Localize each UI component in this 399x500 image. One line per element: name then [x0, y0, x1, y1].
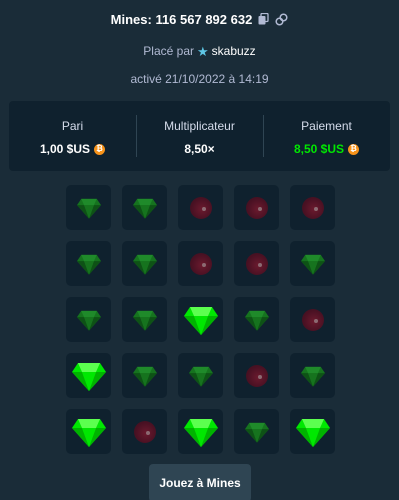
gem-tile	[122, 241, 167, 286]
gem-icon	[244, 421, 269, 443]
multiplier-value: 8,50×	[184, 142, 215, 156]
mine-tile	[234, 353, 279, 398]
multiplier-value-row: 8,50×	[136, 142, 263, 156]
gem-icon	[183, 417, 218, 447]
mine-tile	[290, 297, 335, 342]
gem-tile	[290, 353, 335, 398]
username-link[interactable]: skabuzz	[212, 44, 256, 58]
mine-icon	[245, 364, 268, 387]
activated-date: activé 21/10/2022 à 14:19	[130, 72, 269, 86]
placed-by-row: Placé par ★ skabuzz	[0, 44, 399, 58]
gem-icon	[76, 197, 101, 219]
gem-icon	[295, 417, 330, 447]
payout-value: 8,50 $US	[293, 142, 345, 156]
gem-tile-revealed	[178, 409, 223, 454]
bet-header: Mines: 116 567 892 632 Placé par ★ skabu…	[0, 0, 399, 86]
gem-icon	[244, 309, 269, 331]
mine-tile	[234, 241, 279, 286]
bet-value-row: 1,00 $US ₿	[9, 142, 136, 156]
gem-icon	[132, 309, 157, 331]
multiplier-stat: Multiplicateur 8,50×	[136, 101, 263, 171]
bitcoin-icon: ₿	[348, 143, 360, 155]
mine-icon	[245, 196, 268, 219]
payout-label: Paiement	[301, 119, 352, 133]
gem-tile	[234, 297, 279, 342]
gem-icon	[300, 253, 325, 275]
gem-tile	[122, 353, 167, 398]
gem-icon	[76, 309, 101, 331]
gem-icon	[132, 253, 157, 275]
gem-icon	[132, 365, 157, 387]
gem-tile	[234, 409, 279, 454]
gem-tile	[122, 297, 167, 342]
gem-tile	[122, 185, 167, 230]
bitcoin-icon: ₿	[94, 143, 106, 155]
gem-icon	[71, 417, 106, 447]
mine-tile	[290, 185, 335, 230]
multiplier-label: Multiplicateur	[164, 119, 235, 133]
payout-stat: Paiement 8,50 $US ₿	[263, 101, 390, 171]
placed-by-label: Placé par	[143, 44, 194, 58]
gem-icon	[183, 305, 218, 335]
mine-icon	[301, 308, 324, 331]
mines-board	[66, 185, 335, 454]
mine-tile	[122, 409, 167, 454]
gem-tile-revealed	[66, 353, 111, 398]
link-icon[interactable]	[274, 12, 288, 26]
game-title: Mines: 116 567 892 632	[110, 11, 253, 27]
gem-icon	[71, 361, 106, 391]
bet-label: Pari	[61, 119, 84, 133]
copy-icon[interactable]	[256, 12, 270, 26]
gem-icon	[188, 365, 213, 387]
mine-tile	[178, 185, 223, 230]
gem-tile	[178, 353, 223, 398]
mine-icon	[245, 252, 268, 275]
mine-icon	[133, 420, 156, 443]
play-mines-button[interactable]: Jouez à Mines	[149, 464, 251, 500]
bet-stats-panel: Pari 1,00 $US ₿ Multiplicateur 8,50× Pai…	[9, 101, 390, 171]
gem-icon	[132, 197, 157, 219]
mine-icon	[189, 252, 212, 275]
gem-tile-revealed	[178, 297, 223, 342]
game-title-row: Mines: 116 567 892 632	[0, 11, 399, 27]
bet-value: 1,00 $US	[39, 142, 91, 156]
payout-value-row: 8,50 $US ₿	[263, 142, 390, 156]
gem-tile-revealed	[66, 409, 111, 454]
gem-tile-revealed	[290, 409, 335, 454]
mine-icon	[301, 196, 324, 219]
mine-tile	[178, 241, 223, 286]
mine-icon	[189, 196, 212, 219]
gem-tile	[290, 241, 335, 286]
gem-tile	[66, 241, 111, 286]
gem-icon	[300, 365, 325, 387]
gem-tile	[66, 185, 111, 230]
gem-tile	[66, 297, 111, 342]
star-icon: ★	[197, 43, 209, 59]
gem-icon	[76, 253, 101, 275]
bet-stat: Pari 1,00 $US ₿	[9, 101, 136, 171]
mine-tile	[234, 185, 279, 230]
